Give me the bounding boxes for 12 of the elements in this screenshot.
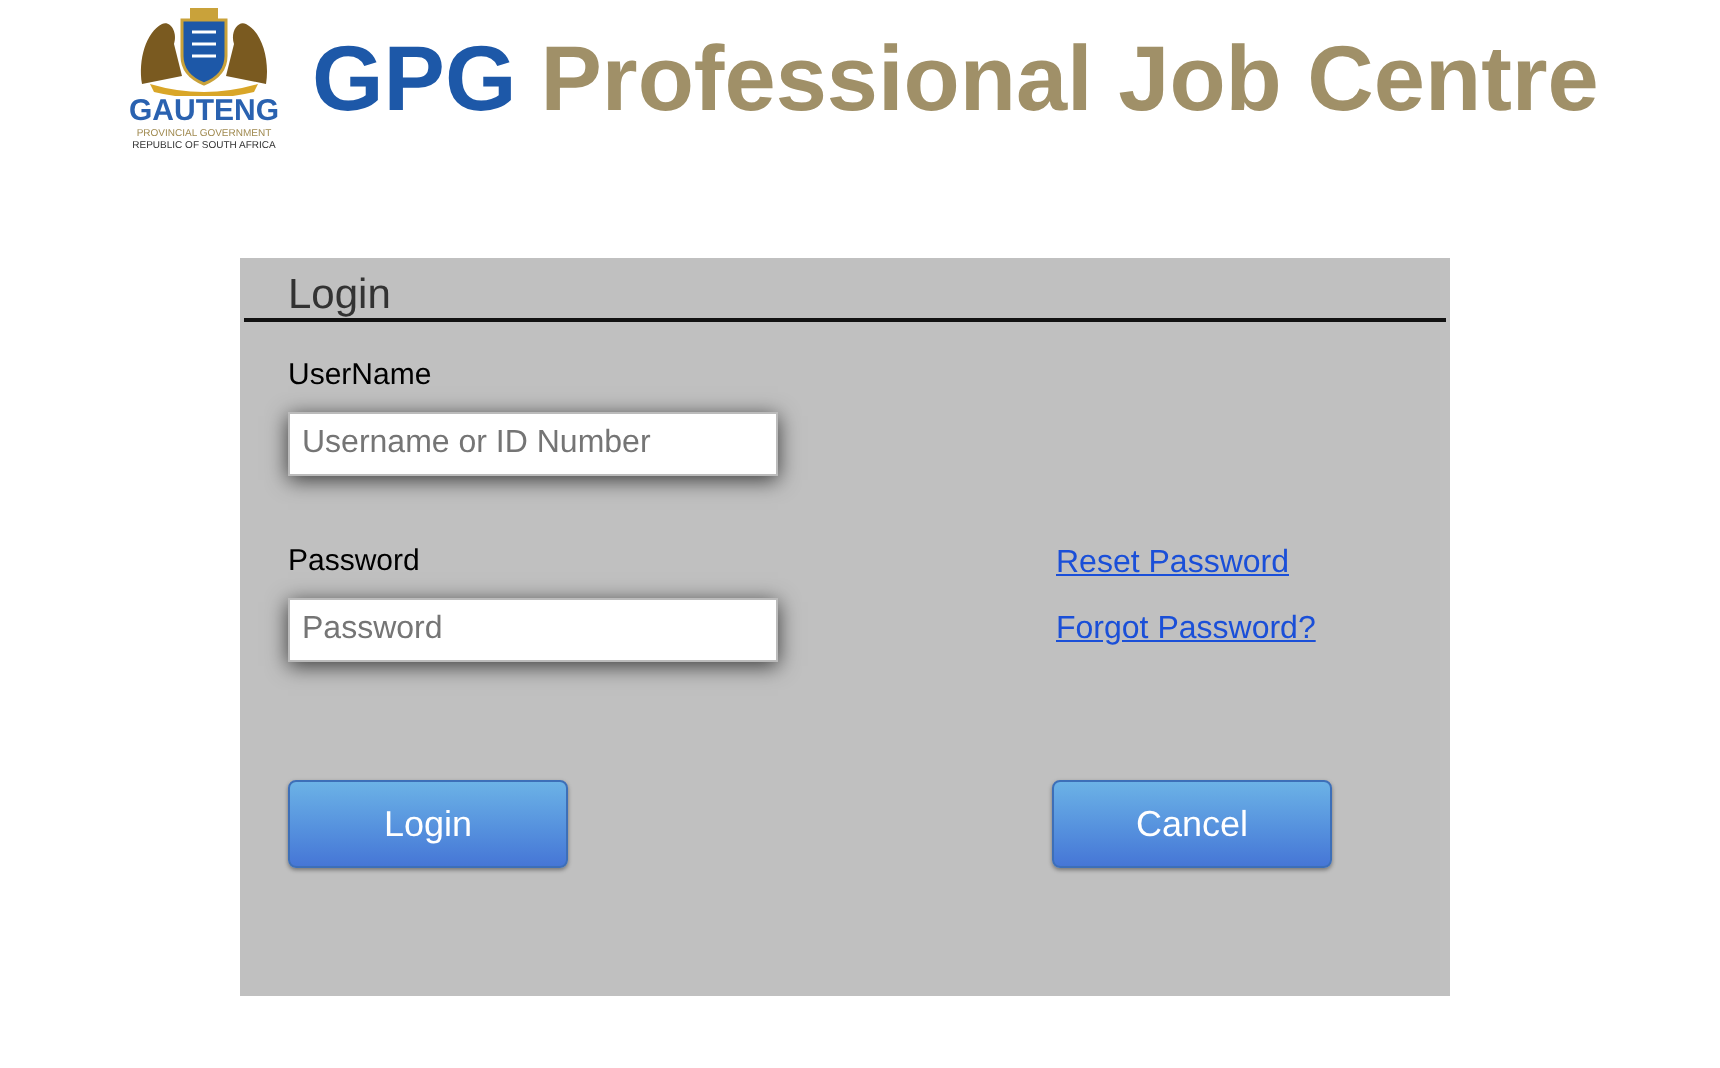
logo-name: GAUTENG <box>129 96 279 128</box>
password-field[interactable]: Password <box>288 598 778 662</box>
site-title: Professional Job Centre <box>540 24 1599 132</box>
username-field[interactable]: Username or ID Number <box>288 412 778 476</box>
login-button[interactable]: Login <box>288 780 568 868</box>
cancel-button[interactable]: Cancel <box>1052 780 1332 868</box>
password-label: Password <box>288 542 422 580</box>
panel-title: Login <box>288 272 391 318</box>
brand-name: GPG <box>312 24 517 132</box>
reset-password-link[interactable]: Reset Password <box>1056 540 1289 580</box>
forgot-password-link[interactable]: Forgot Password? <box>1056 606 1316 654</box>
username-label: UserName <box>288 356 434 394</box>
